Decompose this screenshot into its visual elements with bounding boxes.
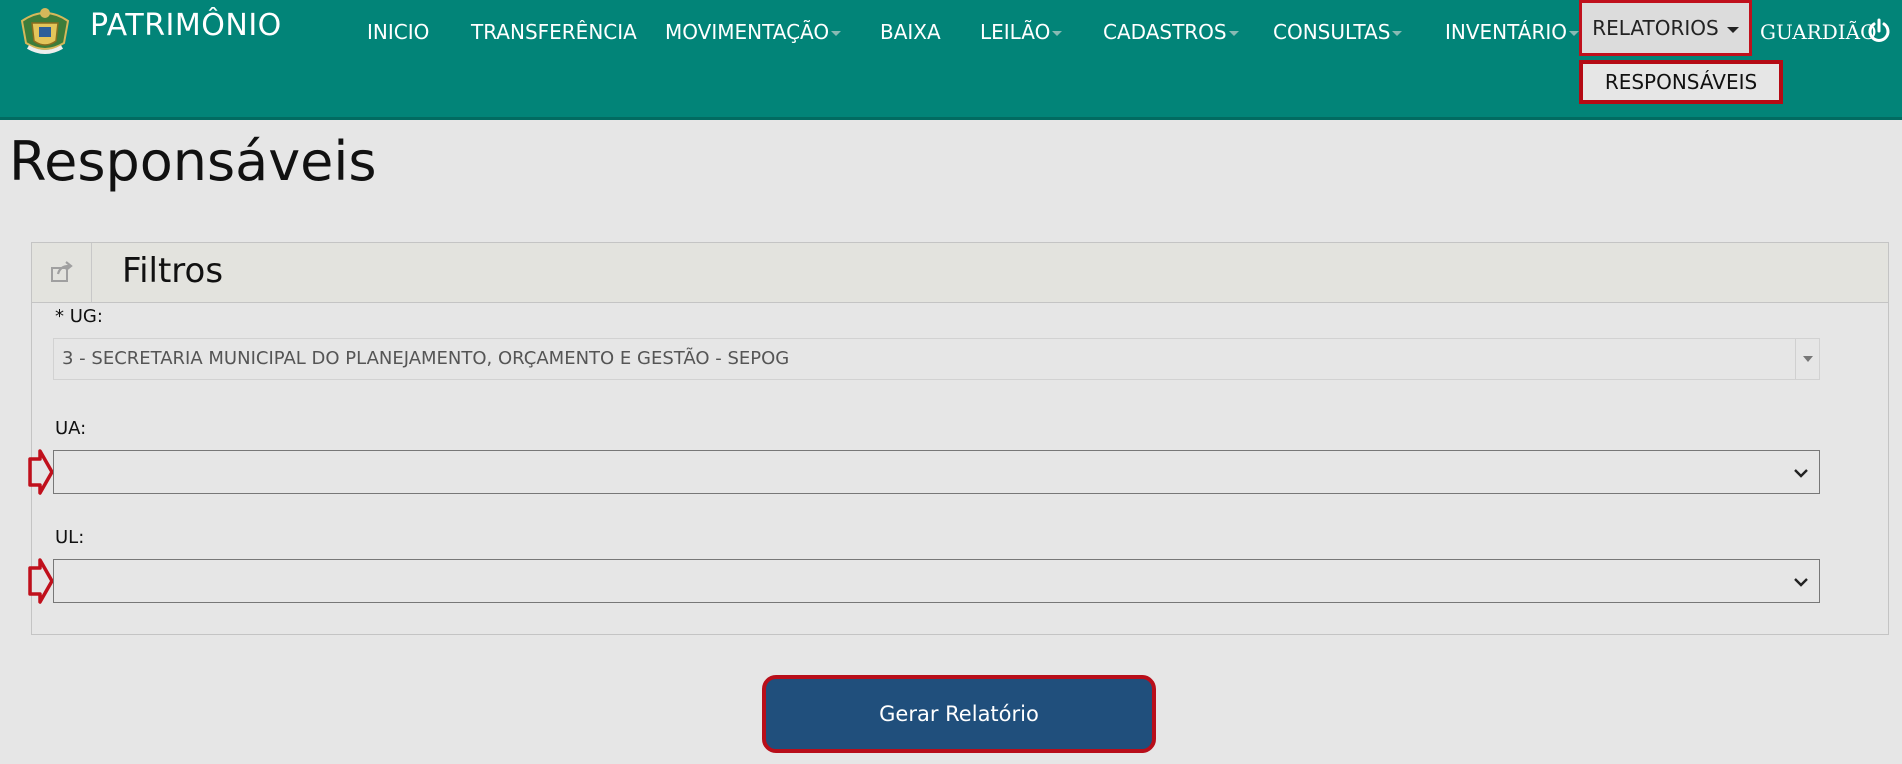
nav-movimentacao[interactable]: MOVIMENTAÇÃO	[665, 18, 842, 46]
generate-report-button[interactable]: Gerar Relatório	[762, 675, 1156, 753]
ug-label: * UG:	[55, 306, 103, 327]
page-title: Responsáveis	[9, 130, 377, 193]
ua-label: UA:	[55, 418, 87, 439]
caret-down-icon	[1228, 31, 1239, 36]
ul-label: UL:	[55, 527, 85, 548]
nav-baixa[interactable]: BAIXA	[880, 18, 941, 46]
caret-down-icon	[831, 31, 842, 36]
top-navbar: PATRIMÔNIO INICIO TRANSFERÊNCIA MOVIMENT…	[0, 0, 1902, 120]
arrow-right-icon	[28, 558, 54, 604]
ua-select[interactable]	[53, 450, 1820, 494]
caret-down-icon	[1803, 356, 1813, 362]
city-crest-logo[interactable]	[14, 3, 76, 57]
power-icon[interactable]	[1866, 18, 1892, 44]
caret-down-icon	[1052, 31, 1063, 36]
ug-dropdown-arrow[interactable]	[1795, 339, 1819, 379]
chevron-down-icon	[1793, 574, 1809, 588]
arrow-right-icon	[28, 449, 54, 495]
nav-inventario-label: INVENTÁRIO	[1445, 20, 1568, 44]
dropdown-item-responsaveis[interactable]: RESPONSÁVEIS	[1579, 60, 1783, 104]
nav-relatorios[interactable]: RELATORIOS	[1579, 0, 1752, 56]
caret-down-icon	[1569, 31, 1580, 36]
nav-leilao[interactable]: LEILÃO	[980, 18, 1063, 46]
nav-leilao-label: LEILÃO	[980, 20, 1051, 44]
share-icon[interactable]	[49, 259, 75, 285]
generate-report-label: Gerar Relatório	[879, 702, 1039, 726]
nav-inicio[interactable]: INICIO	[367, 18, 429, 46]
dropdown-item-label: RESPONSÁVEIS	[1604, 70, 1758, 94]
app-brand-title[interactable]: PATRIMÔNIO	[90, 8, 282, 43]
nav-consultas-label: CONSULTAS	[1273, 20, 1391, 44]
nav-cadastros[interactable]: CADASTROS	[1103, 18, 1239, 46]
nav-inicio-label: INICIO	[367, 20, 430, 44]
filters-panel-header: Filtros	[32, 243, 1888, 303]
nav-transferencia-label: TRANSFERÊNCIA	[471, 20, 637, 44]
caret-down-icon	[1392, 31, 1403, 36]
nav-transferencia[interactable]: TRANSFERÊNCIA	[471, 18, 637, 46]
nav-consultas[interactable]: CONSULTAS	[1273, 18, 1403, 46]
panel-icon-box	[32, 243, 92, 302]
nav-movimentacao-label: MOVIMENTAÇÃO	[665, 20, 830, 44]
caret-down-icon	[1726, 26, 1739, 33]
user-name[interactable]: GUARDIÃO	[1760, 18, 1877, 46]
ug-select[interactable]: 3 - SECRETARIA MUNICIPAL DO PLANEJAMENTO…	[53, 338, 1820, 380]
chevron-down-icon	[1793, 465, 1809, 479]
ug-select-value: 3 - SECRETARIA MUNICIPAL DO PLANEJAMENTO…	[62, 348, 790, 369]
ul-select[interactable]	[53, 559, 1820, 603]
nav-cadastros-label: CADASTROS	[1103, 20, 1227, 44]
filters-title: Filtros	[122, 251, 224, 291]
nav-baixa-label: BAIXA	[880, 20, 941, 44]
nav-relatorios-label: RELATORIOS	[1592, 16, 1719, 40]
nav-inventario[interactable]: INVENTÁRIO	[1445, 18, 1580, 46]
